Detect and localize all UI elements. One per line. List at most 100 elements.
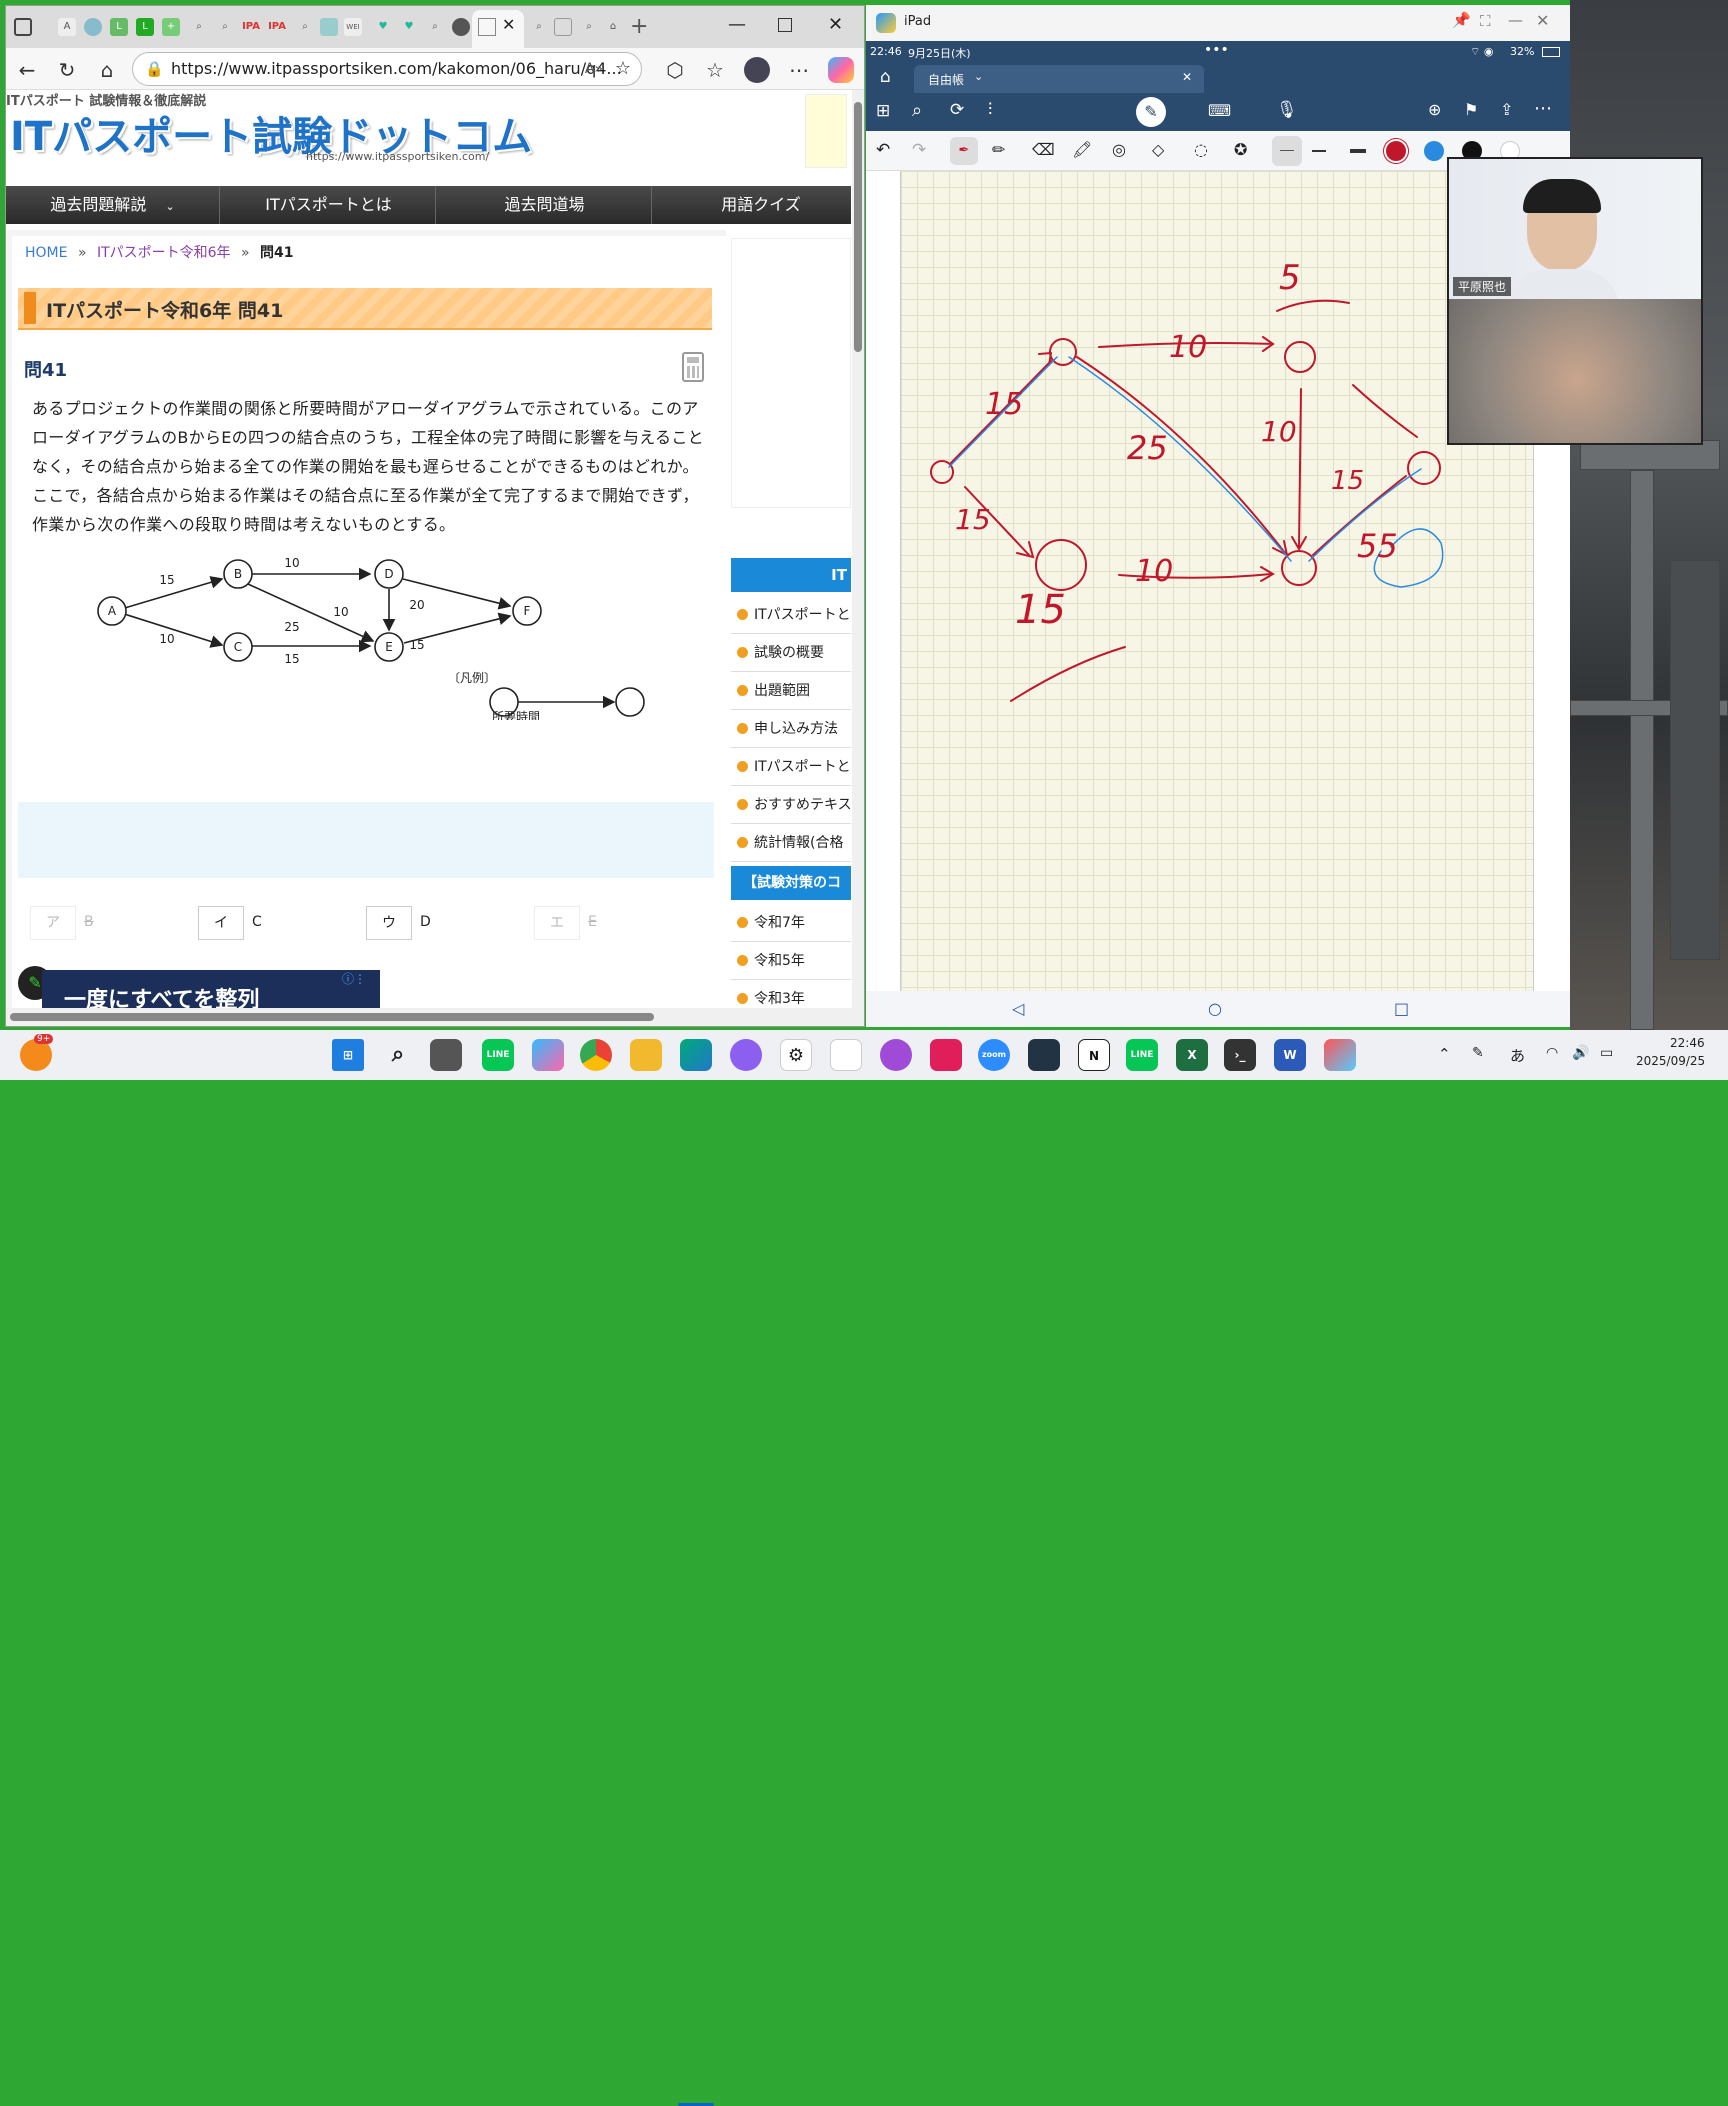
video-call-overlay[interactable]: 平原照也	[1447, 157, 1703, 445]
slack-icon[interactable]	[930, 1039, 962, 1071]
nav-item-past-exams[interactable]: 過去問題解説 ⌄	[6, 186, 220, 224]
zoom-icon[interactable]: zoom	[978, 1039, 1010, 1071]
chevron-up-icon[interactable]: ⌃	[1438, 1045, 1451, 1063]
tab-actions-icon[interactable]	[14, 18, 32, 36]
search-icon[interactable]: ⌕	[580, 18, 598, 36]
clock-date[interactable]: 2025/09/25	[1636, 1054, 1705, 1068]
tab-favicon[interactable]: IPA	[268, 18, 286, 36]
home-icon[interactable]: ⌂	[880, 67, 891, 87]
breadcrumb-section[interactable]: ITパスポート令和6年	[97, 245, 231, 261]
close-tab-icon[interactable]: ✕	[502, 15, 515, 34]
new-tab-icon[interactable]: +	[630, 16, 648, 38]
shapes-icon[interactable]: ◇	[1152, 140, 1164, 159]
choice-a-button[interactable]: ア	[30, 906, 76, 940]
note-canvas[interactable]: 15 10 5 25 10 15 10 15 15 55	[900, 171, 1534, 991]
minimize-icon[interactable]: —	[728, 14, 746, 35]
eraser-icon[interactable]: ⌫	[1032, 140, 1055, 159]
thick-stroke-option[interactable]	[1350, 149, 1366, 153]
medium-stroke-option[interactable]	[1312, 150, 1326, 152]
search-icon[interactable]: ⌕	[912, 100, 922, 121]
sidebar-item[interactable]: 統計情報(合格	[731, 824, 851, 862]
red-color-swatch[interactable]	[1386, 141, 1406, 161]
minimize-icon[interactable]: —	[1508, 11, 1523, 29]
sidebar-item[interactable]: 令和7年	[731, 904, 851, 942]
terminal-icon[interactable]: ›_	[1224, 1039, 1256, 1071]
choice-e-button[interactable]: エ	[534, 906, 580, 940]
back-icon[interactable]: ←	[14, 57, 40, 83]
close-tab-icon[interactable]: ✕	[1182, 70, 1192, 84]
highlighter-icon[interactable]: 🖍	[1072, 140, 1092, 159]
search-icon[interactable]: ⌕	[216, 18, 234, 36]
app-icon[interactable]	[880, 1039, 912, 1071]
chrome-icon[interactable]	[580, 1039, 612, 1071]
tab-favicon[interactable]: L	[136, 18, 154, 36]
add-page-icon[interactable]: ⊕	[1428, 100, 1441, 119]
search-icon[interactable]: ⌕	[530, 18, 548, 36]
bookmark-icon[interactable]: ⚑	[1464, 100, 1478, 119]
share-icon[interactable]: ⇪	[1500, 100, 1513, 119]
redo-icon[interactable]: ↷	[912, 140, 926, 160]
line-icon[interactable]: LINE	[482, 1039, 514, 1071]
ad-banner[interactable]	[805, 94, 847, 168]
ad-info-icon[interactable]: ⓘ⋮	[342, 970, 366, 987]
search-icon[interactable]: ⌕	[426, 18, 444, 36]
wifi-icon[interactable]: ◠	[1546, 1045, 1558, 1061]
file-explorer-icon[interactable]	[630, 1039, 662, 1071]
tab-favicon[interactable]: ⌂	[604, 18, 622, 36]
horizontal-scroll-thumb[interactable]	[10, 1013, 654, 1021]
clock-time[interactable]: 22:46	[1670, 1036, 1705, 1050]
volume-icon[interactable]: 🔊	[1572, 1045, 1589, 1061]
keyboard-icon[interactable]: ⌨	[1208, 101, 1231, 120]
shape-icon[interactable]: ◎	[1112, 140, 1126, 159]
blue-color-swatch[interactable]	[1424, 141, 1444, 161]
audio-icon[interactable]: ⫶	[988, 100, 992, 120]
choice-i-button[interactable]: イ	[198, 906, 244, 940]
sidebar-item[interactable]: 令和3年	[731, 980, 851, 1008]
choice-u-button[interactable]: ウ	[366, 906, 412, 940]
ime-indicator[interactable]: あ	[1510, 1045, 1525, 1066]
nav-item-quiz[interactable]: 用語クイズ	[654, 186, 851, 224]
undo-icon[interactable]: ↶	[876, 140, 890, 160]
close-window-icon[interactable]: ✕	[828, 14, 843, 35]
home-nav-icon[interactable]: ○	[1208, 999, 1222, 1018]
chatgpt-icon[interactable]: ⚙	[780, 1039, 812, 1071]
search-icon[interactable]: ⌕	[296, 18, 314, 36]
sidebar-item[interactable]: ITパスポートと	[731, 596, 851, 634]
tab-favicon[interactable]	[84, 18, 102, 36]
reload-icon[interactable]: ↻	[54, 57, 80, 83]
app-icon[interactable]	[830, 1039, 862, 1071]
back-nav-icon[interactable]: ◁	[1012, 999, 1024, 1018]
sidebar-item[interactable]: おすすめテキス	[731, 786, 851, 824]
favorite-star-icon[interactable]: ☆	[615, 53, 631, 85]
line-icon[interactable]: LINE	[1126, 1039, 1158, 1071]
microphone-icon[interactable]: 🎙	[1276, 100, 1298, 120]
excel-icon[interactable]: X	[1176, 1039, 1208, 1071]
vertical-scroll-thumb[interactable]	[854, 102, 862, 352]
thin-stroke-option[interactable]	[1272, 136, 1302, 166]
word-icon[interactable]: W	[1274, 1039, 1306, 1071]
extensions-icon[interactable]: ⬡	[662, 57, 688, 83]
calculator-icon[interactable]	[682, 352, 704, 382]
nav-item-dojo[interactable]: 過去問道場	[438, 186, 652, 224]
search-icon[interactable]: ⌕	[190, 18, 208, 36]
sidebar-item[interactable]: ITパスポートと	[731, 748, 851, 786]
lasso-icon[interactable]: ◌	[1194, 140, 1208, 159]
task-view-icon[interactable]	[430, 1039, 462, 1071]
battery-icon[interactable]: ▭	[1600, 1045, 1613, 1061]
sidebar-item[interactable]: 申し込み方法	[731, 710, 851, 748]
tab-favicon[interactable]: WEI	[344, 18, 362, 36]
grid-icon[interactable]: ⊞	[876, 101, 890, 121]
ad-banner[interactable]: 一度にすべてを整列	[42, 970, 380, 1008]
pin-icon[interactable]: 📌	[1452, 11, 1471, 29]
pen-tool-icon[interactable]: ✒	[950, 137, 978, 165]
more-menu-icon[interactable]: ⋯	[1534, 98, 1552, 119]
notion-icon[interactable]: N	[1078, 1039, 1110, 1071]
app-icon[interactable]	[1324, 1039, 1356, 1071]
home-icon[interactable]: ⌂	[94, 57, 120, 83]
recents-nav-icon[interactable]: □	[1394, 999, 1409, 1018]
heart-icon[interactable]: ♥	[400, 18, 418, 36]
read-aloud-icon[interactable]: A»	[585, 53, 603, 85]
tab-favicon[interactable]: L	[110, 18, 128, 36]
maximize-icon[interactable]	[778, 18, 792, 32]
heart-icon[interactable]: ♥	[374, 18, 392, 36]
